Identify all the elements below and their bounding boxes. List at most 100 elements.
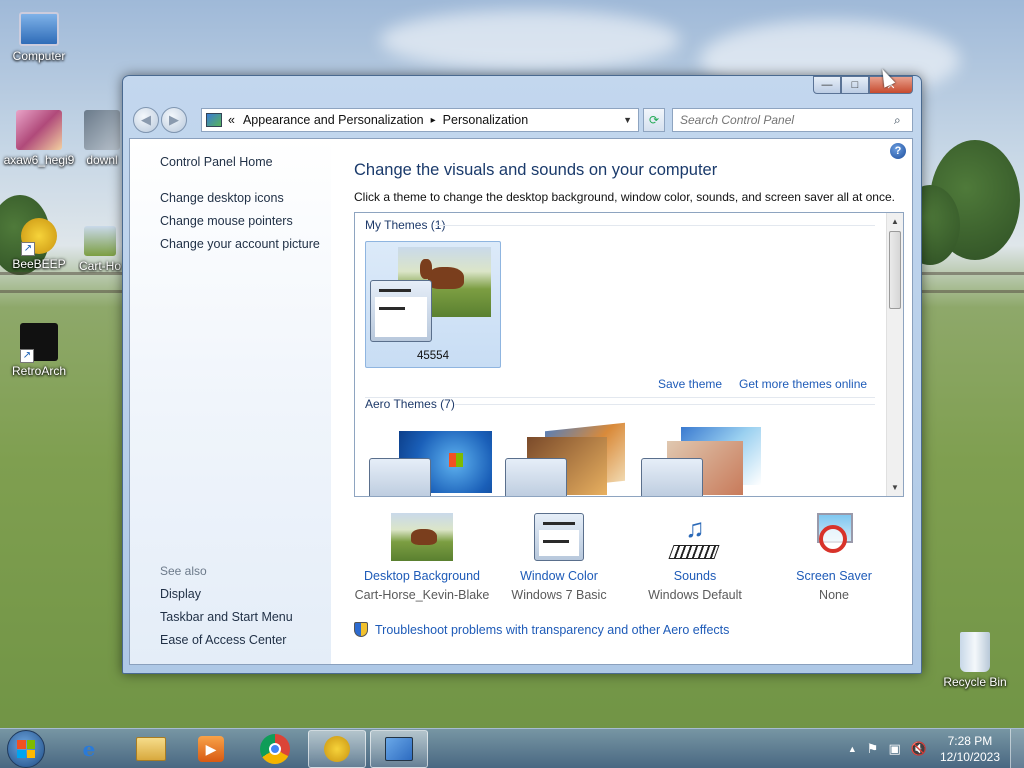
desktop-icon-retroarch[interactable]: ↗ RetroArch [0, 323, 78, 378]
show-desktop-button[interactable] [1010, 729, 1024, 768]
volume-muted-icon[interactable]: 🔇 [911, 741, 927, 757]
save-theme-link[interactable]: Save theme [658, 377, 722, 391]
theme-item-windows7[interactable] [369, 431, 493, 496]
screen-saver-label[interactable]: Screen Saver [764, 569, 904, 583]
address-dropdown-icon[interactable]: ▼ [623, 115, 632, 125]
internet-explorer-icon[interactable]: e [60, 730, 118, 768]
show-hidden-icons-button[interactable]: ▲ [848, 744, 857, 754]
window-color-preview [534, 513, 584, 561]
personalization-window: — □ ✕ ◀ ▶ « Appearance and Personalizati… [122, 75, 922, 674]
desktop-icon-computer[interactable]: Computer [0, 12, 78, 63]
breadcrumb-separator-icon[interactable]: ▸ [431, 115, 436, 126]
theme-item-architecture[interactable] [505, 422, 629, 496]
sounds-value: Windows Default [648, 588, 742, 602]
back-button[interactable]: ◀ [133, 107, 159, 133]
help-icon[interactable]: ? [890, 143, 906, 159]
network-icon[interactable]: ▣ [888, 741, 900, 757]
screen-saver-setting[interactable]: Screen Saver None [764, 513, 904, 602]
breadcrumb-appearance[interactable]: Appearance and Personalization [243, 113, 424, 127]
theme-list-scrollbar[interactable]: ▲ ▼ [886, 213, 903, 496]
image-file-icon [16, 110, 62, 150]
window-controls: — □ ✕ [813, 76, 913, 94]
windows-logo-icon [17, 740, 35, 758]
media-player-icon[interactable]: ▶ [182, 730, 240, 768]
page-subtitle: Click a theme to change the desktop back… [354, 190, 895, 204]
search-icon[interactable]: ⌕ [894, 113, 912, 128]
bee-icon [324, 736, 350, 762]
desktop-icon-label: RetroArch [11, 364, 67, 378]
control-panel-home-link[interactable]: Control Panel Home [160, 155, 273, 169]
address-overflow-chevron[interactable]: « [228, 113, 235, 127]
horse-image [428, 267, 464, 289]
theme-item-selected[interactable]: 45554 [365, 241, 501, 368]
preview-bar [543, 522, 575, 525]
troubleshoot-label[interactable]: Troubleshoot problems with transparency … [375, 623, 729, 637]
navigation-bar: ◀ ▶ « Appearance and Personalization ▸ P… [129, 106, 913, 134]
cloud [380, 10, 680, 70]
theme-item-characters[interactable] [641, 427, 765, 496]
maximize-button[interactable]: □ [841, 76, 869, 94]
sounds-setting[interactable]: ♫ Sounds Windows Default [625, 513, 765, 602]
window-color-preview [369, 458, 431, 496]
desktop-icon-label: axaw6_hegi9 [3, 153, 75, 167]
scroll-thumb[interactable] [889, 231, 901, 309]
action-center-flag-icon[interactable]: ⚑ [867, 741, 879, 757]
address-bar[interactable]: « Appearance and Personalization ▸ Perso… [201, 108, 639, 132]
preview-bar [379, 289, 411, 292]
window-color-label[interactable]: Window Color [489, 569, 629, 583]
window-color-preview [505, 458, 567, 496]
sounds-label[interactable]: Sounds [625, 569, 765, 583]
keyboard-graphic [668, 545, 720, 559]
ease-of-access-link[interactable]: Ease of Access Center [160, 633, 286, 647]
window-color-value: Windows 7 Basic [511, 588, 607, 602]
scroll-up-icon[interactable]: ▲ [887, 213, 903, 230]
screen-saver-value: None [819, 588, 849, 602]
taskbar-start-menu-link[interactable]: Taskbar and Start Menu [160, 610, 293, 624]
preview-inner [539, 530, 579, 556]
display-link[interactable]: Display [160, 587, 201, 601]
start-button[interactable] [7, 730, 45, 768]
aero-themes-header: Aero Themes (7) [365, 397, 455, 411]
page-title: Change the visuals and sounds on your co… [354, 161, 718, 179]
chrome-icon[interactable] [246, 730, 304, 768]
window-color-preview [370, 280, 432, 342]
desktop-icon-axaw6[interactable]: axaw6_hegi9 [0, 110, 78, 167]
beebeep-taskbar-button[interactable] [308, 730, 366, 768]
divider [435, 225, 875, 226]
refresh-button[interactable]: ⟳ [643, 108, 665, 132]
clock[interactable]: 7:28 PM 12/10/2023 [940, 733, 1000, 765]
desktop-icon-downl[interactable]: downl [82, 110, 122, 167]
forward-button[interactable]: ▶ [161, 107, 187, 133]
change-desktop-icons-link[interactable]: Change desktop icons [160, 191, 284, 205]
minimize-button[interactable]: — [813, 76, 841, 94]
desktop-background-setting[interactable]: Desktop Background Cart-Horse_Kevin-Blak… [352, 513, 492, 602]
breadcrumb-personalization[interactable]: Personalization [443, 113, 528, 127]
desktop-icon-recycle-bin[interactable]: Recycle Bin [936, 632, 1014, 689]
change-mouse-pointers-link[interactable]: Change mouse pointers [160, 214, 293, 228]
folder-icon [136, 737, 166, 761]
left-pane: Control Panel Home Change desktop icons … [130, 139, 331, 664]
image-file-icon [84, 110, 120, 150]
shortcut-arrow-icon: ↗ [21, 242, 35, 256]
desktop-icon-cart-horse[interactable]: Cart-Ho [78, 226, 122, 273]
change-account-picture-link[interactable]: Change your account picture [160, 237, 320, 251]
search-input[interactable] [673, 113, 894, 127]
horse-image [420, 259, 432, 279]
desktop-icon-label: Cart-Ho [78, 259, 121, 273]
retroarch-icon: ↗ [20, 323, 58, 363]
file-explorer-icon[interactable] [122, 730, 180, 768]
scroll-down-icon[interactable]: ▼ [887, 479, 903, 496]
preview-inner [375, 297, 427, 337]
get-more-themes-link[interactable]: Get more themes online [739, 377, 867, 391]
desktop-background-label[interactable]: Desktop Background [352, 569, 492, 583]
troubleshoot-link[interactable]: Troubleshoot problems with transparency … [354, 622, 729, 637]
control-panel-icon [385, 737, 413, 761]
desktop-icon-beebeep[interactable]: ↗ BeeBEEP [0, 218, 78, 271]
desktop-icon-label: Computer [12, 49, 66, 63]
desktop-background-value: Cart-Horse_Kevin-Blake [354, 588, 490, 602]
window-color-setting[interactable]: Window Color Windows 7 Basic [489, 513, 629, 602]
preview-bar [379, 307, 405, 310]
control-panel-taskbar-button[interactable] [370, 730, 428, 768]
clock-date: 12/10/2023 [939, 750, 1000, 764]
search-box[interactable]: ⌕ [672, 108, 913, 132]
